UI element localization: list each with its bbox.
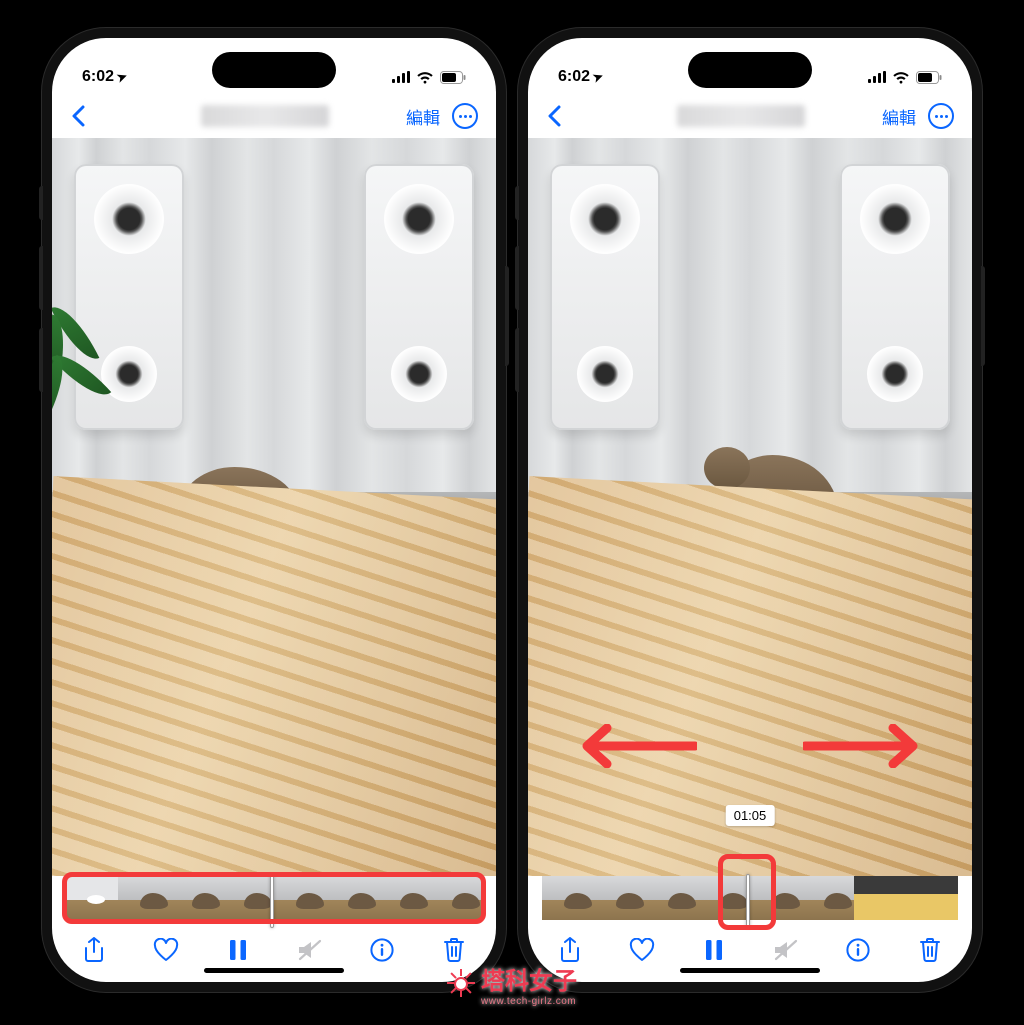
chevron-left-icon <box>70 105 86 127</box>
info-icon <box>370 938 394 962</box>
favorite-button[interactable] <box>152 938 180 962</box>
heart-icon <box>153 938 179 962</box>
cellular-icon <box>868 71 886 83</box>
mute-icon <box>773 939 799 961</box>
status-icons <box>868 71 942 84</box>
volume-up <box>515 246 519 310</box>
nav-bar: 編輯 <box>528 94 972 138</box>
annotation-swipe-arrows <box>528 724 972 768</box>
scrubber-handle[interactable] <box>270 874 274 928</box>
scene-illustration <box>52 138 496 876</box>
screen-right: 6:02 ➤ 編輯 <box>528 38 972 982</box>
phone-right: 6:02 ➤ 編輯 <box>518 28 982 992</box>
back-button[interactable] <box>546 105 600 127</box>
pause-button[interactable] <box>224 939 252 961</box>
trash-icon <box>919 937 941 963</box>
info-button[interactable] <box>844 938 872 962</box>
scrubber-handle[interactable] <box>746 874 750 928</box>
timeline-row <box>52 876 496 926</box>
status-icons <box>392 71 466 84</box>
dynamic-island <box>212 52 336 88</box>
nav-bar: 編輯 <box>52 94 496 138</box>
edit-button[interactable]: 編輯 <box>882 104 916 129</box>
battery-icon <box>916 71 942 84</box>
more-button[interactable] <box>928 103 954 129</box>
favorite-button[interactable] <box>628 938 656 962</box>
video-timeline[interactable] <box>528 876 972 920</box>
chevron-left-icon <box>546 105 562 127</box>
pause-button[interactable] <box>700 939 728 961</box>
pause-icon <box>705 939 723 961</box>
battery-icon <box>440 71 466 84</box>
delete-button[interactable] <box>916 937 944 963</box>
share-icon <box>559 937 581 963</box>
more-button[interactable] <box>452 103 478 129</box>
delete-button[interactable] <box>440 937 468 963</box>
info-icon <box>846 938 870 962</box>
phone-left: 6:02 ➤ 編輯 <box>42 28 506 992</box>
watermark-name: 塔科女子 <box>481 968 577 995</box>
timeline-row <box>528 876 972 926</box>
status-time: 6:02 ➤ <box>82 68 127 86</box>
wifi-icon <box>416 71 434 84</box>
phones-row: 6:02 ➤ 編輯 <box>0 0 1024 992</box>
side-switch <box>515 186 519 220</box>
home-indicator[interactable] <box>680 968 820 973</box>
nav-title-blurred <box>600 105 882 127</box>
mute-button[interactable] <box>296 939 324 961</box>
watermark-url: www.tech-girlz.com <box>481 996 577 1007</box>
power-button <box>505 266 509 366</box>
share-button[interactable] <box>556 937 584 963</box>
heart-icon <box>629 938 655 962</box>
volume-down <box>39 328 43 392</box>
cellular-icon <box>392 71 410 83</box>
share-button[interactable] <box>80 937 108 963</box>
status-time: 6:02 ➤ <box>558 68 603 86</box>
volume-down <box>515 328 519 392</box>
mute-icon <box>297 939 323 961</box>
location-arrow-icon: ➤ <box>591 69 605 86</box>
video-timeline[interactable] <box>52 876 496 920</box>
back-button[interactable] <box>70 105 124 127</box>
arrow-left-icon <box>577 724 697 768</box>
sun-icon <box>447 970 475 998</box>
video-preview[interactable] <box>52 138 496 876</box>
screen-left: 6:02 ➤ 編輯 <box>52 38 496 982</box>
watermark: 塔科女子 www.tech-girlz.com <box>447 961 577 1007</box>
pause-icon <box>229 939 247 961</box>
arrow-right-icon <box>803 724 923 768</box>
mute-button[interactable] <box>772 939 800 961</box>
side-switch <box>39 186 43 220</box>
power-button <box>981 266 985 366</box>
wifi-icon <box>892 71 910 84</box>
video-preview[interactable]: 01:05 <box>528 138 972 876</box>
volume-up <box>39 246 43 310</box>
share-icon <box>83 937 105 963</box>
trash-icon <box>443 937 465 963</box>
scrub-timestamp: 01:05 <box>726 805 775 826</box>
dynamic-island <box>688 52 812 88</box>
edit-button[interactable]: 編輯 <box>406 104 440 129</box>
location-arrow-icon: ➤ <box>115 69 129 86</box>
info-button[interactable] <box>368 938 396 962</box>
home-indicator[interactable] <box>204 968 344 973</box>
nav-title-blurred <box>124 105 406 127</box>
